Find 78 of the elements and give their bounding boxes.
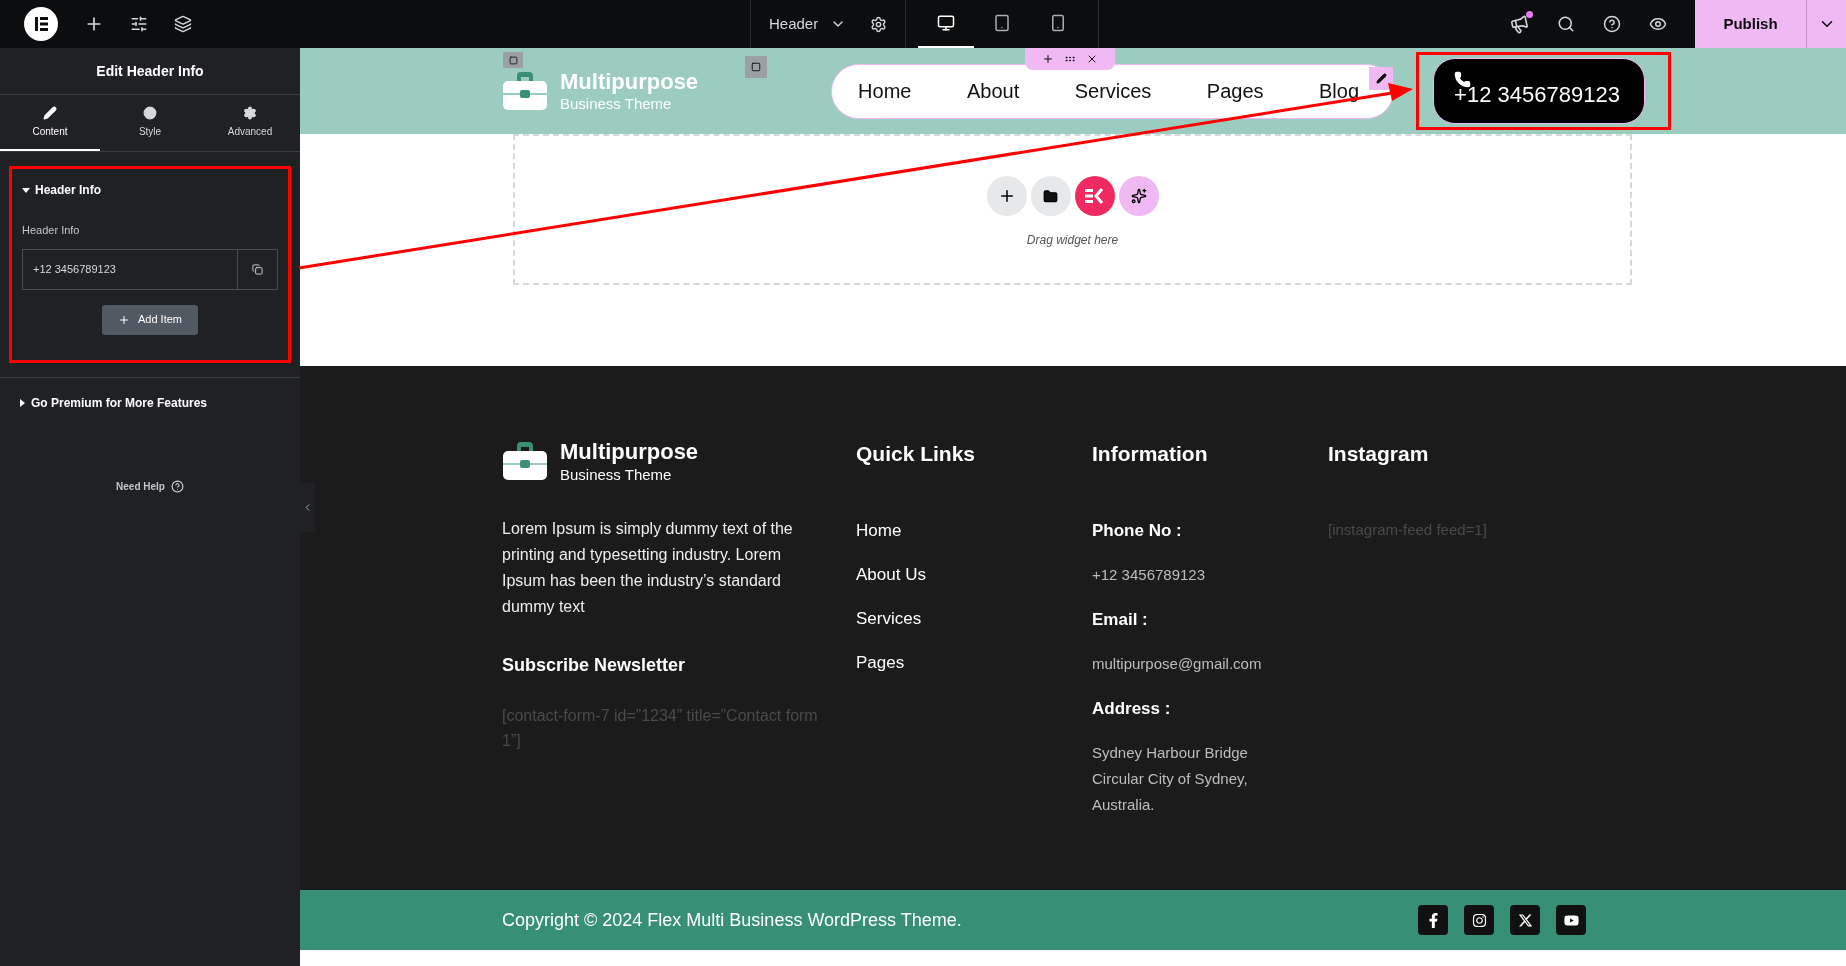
pencil-icon (1375, 72, 1387, 84)
footer-link[interactable]: Home (856, 518, 1092, 542)
nav-link[interactable]: About (966, 76, 1020, 106)
section-header[interactable]: Header Info (22, 181, 278, 199)
tablet-icon (993, 14, 1012, 32)
drop-hint: Drag widget here (1026, 232, 1119, 249)
column-title: Instagram (1328, 441, 1430, 467)
add-item-button[interactable]: Add Item (102, 304, 198, 335)
template-button[interactable] (1030, 176, 1071, 216)
panel-title: Edit Header Info (96, 61, 204, 81)
facebook-icon[interactable] (1418, 905, 1448, 935)
ai-button[interactable] (1118, 176, 1159, 216)
handle-icon[interactable] (503, 52, 523, 68)
nav-link[interactable]: Home (858, 76, 912, 106)
plus-icon (118, 313, 130, 326)
sparkles-icon (1130, 188, 1147, 204)
nav-link[interactable]: Services (1074, 76, 1152, 106)
x-icon[interactable] (1510, 905, 1540, 935)
footer-link[interactable]: About Us (856, 562, 1092, 586)
footer-link[interactable]: Services (856, 606, 1092, 630)
sliders-icon[interactable] (130, 15, 148, 33)
add-section-button[interactable] (986, 176, 1027, 216)
nav-link[interactable]: Blog (1319, 76, 1360, 106)
edit-handle[interactable] (1369, 66, 1394, 90)
info-label: Email : (1092, 608, 1149, 631)
help-icon[interactable] (1603, 15, 1621, 33)
panel-tab[interactable]: Style (100, 95, 200, 151)
gear-icon (243, 105, 257, 120)
copyright-text: Copyright © 2024 Flex Multi Business WordPress Theme. (502, 908, 962, 932)
kit-icon (1084, 188, 1105, 204)
info-value: +12 3456789123 (1092, 564, 1207, 585)
layers-icon[interactable] (174, 15, 192, 33)
close-icon[interactable] (1086, 53, 1098, 65)
instagram-icon[interactable] (1464, 905, 1494, 935)
settings-icon[interactable] (870, 15, 888, 33)
logo-subtitle: Business Theme (560, 465, 673, 485)
help-icon (170, 480, 184, 493)
megaphone-icon[interactable] (1508, 12, 1531, 36)
add-icon[interactable] (1042, 53, 1054, 65)
youtube-icon[interactable] (1556, 905, 1586, 935)
folder-icon (1043, 188, 1058, 204)
info-label: Address : (1092, 697, 1172, 720)
phone-button[interactable]: +12 3456789123 (1433, 58, 1646, 124)
column-title: Information (1092, 441, 1209, 467)
logo-title: Multipurpose (560, 438, 699, 466)
about-text: Lorem Ipsum is simply dummy text of the printing and typesetting industry. Lorem Ipsum has been the industry’s standard dummy text (502, 519, 794, 618)
drag-handle-icon[interactable] (1064, 53, 1076, 65)
logo-title: Multipurpose (560, 67, 699, 96)
footer-link[interactable]: Pages (856, 650, 1092, 674)
briefcase-logo-icon (502, 71, 548, 111)
handle-icon[interactable] (745, 56, 767, 78)
desktop-icon (937, 14, 956, 32)
square-icon (751, 62, 761, 72)
info-value: Sydney Harbour Bridge Circular City of Sydney, Australia. (1092, 742, 1249, 815)
pencil-icon (43, 105, 57, 120)
copy-icon (252, 263, 263, 275)
logo-subtitle: Business Theme (560, 95, 673, 115)
nav-link[interactable]: Pages (1206, 76, 1264, 106)
field-label: Header Info (22, 223, 81, 238)
newsletter-title: Subscribe Newsletter (502, 654, 687, 678)
elementor-logo-icon[interactable] (24, 7, 58, 41)
panel-tab[interactable]: Content (0, 95, 100, 151)
briefcase-logo-icon (502, 441, 548, 482)
info-value: multipurpose@gmail.com (1092, 653, 1262, 674)
publish-button[interactable]: Publish (1695, 0, 1806, 48)
section-header[interactable]: Go Premium for More Features (20, 394, 300, 412)
info-label: Phone No : (1092, 519, 1183, 542)
square-icon (508, 55, 518, 65)
preview-icon[interactable] (1649, 15, 1667, 33)
logo-glyph-icon (1471, 912, 1487, 928)
search-icon[interactable] (1557, 15, 1575, 33)
logo-glyph-icon (1517, 912, 1533, 928)
panel-tab[interactable]: Advanced (200, 95, 300, 151)
collapse-handle[interactable] (300, 483, 315, 532)
kit-button[interactable] (1074, 176, 1115, 216)
phone-icon (1454, 71, 1472, 88)
help-link[interactable]: Need Help (116, 479, 165, 494)
column-title: Quick Links (856, 441, 977, 467)
